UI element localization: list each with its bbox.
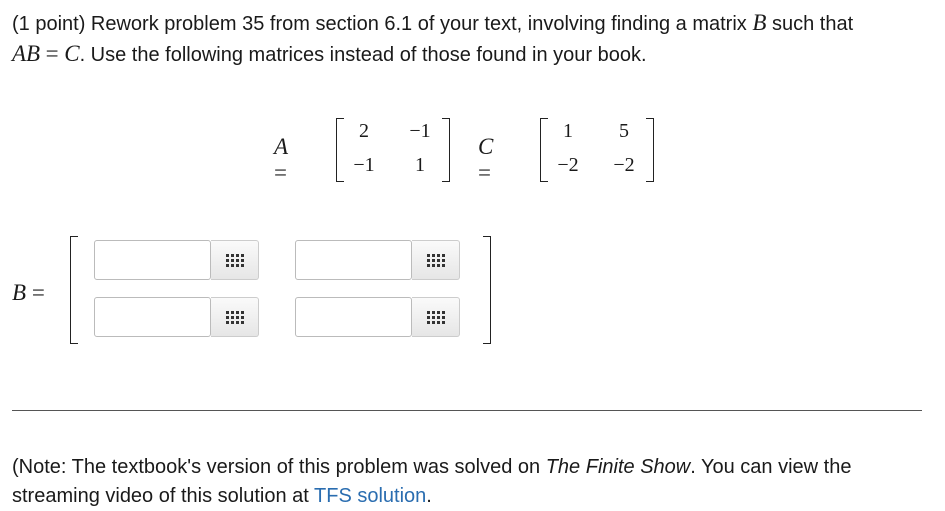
matrix-c-cell: 1 [563, 120, 573, 142]
matrix-a-cell: −1 [353, 154, 375, 176]
matrix-b-left-bracket [70, 236, 78, 344]
var-b: B [752, 10, 767, 35]
answer-b-row2-col1[interactable] [94, 297, 211, 337]
matrix-c-cell: −2 [557, 154, 579, 176]
matrix-c-cell: 5 [619, 120, 629, 142]
such-that-text: such that [771, 13, 854, 35]
problem-statement: (1 point) Rework problem 35 from section… [12, 8, 927, 70]
matrix-a-label: A = [274, 134, 289, 185]
grid-icon [225, 310, 244, 324]
note-suffix: . [426, 485, 432, 507]
problem-suffix: . Use the following matrices instead of … [79, 44, 647, 66]
show-name: The Finite Show [545, 456, 691, 478]
section-divider [12, 410, 922, 411]
matrix-a-right-bracket [442, 118, 450, 182]
equation-palette-button[interactable] [412, 240, 460, 280]
matrix-b-right-bracket [483, 236, 491, 344]
equals-sign: = [45, 41, 59, 66]
note-text: (Note: The textbook's version of this pr… [12, 453, 927, 511]
matrix-a-cell: 1 [415, 154, 425, 176]
matrix-a-left-bracket [336, 118, 344, 182]
matrix-a-cell: −1 [409, 120, 431, 142]
note-prefix: (Note: The textbook's version of this pr… [12, 456, 541, 478]
grid-icon [426, 253, 445, 267]
equation-palette-button[interactable] [211, 240, 259, 280]
var-ab: AB [12, 41, 41, 66]
equation-palette-button[interactable] [211, 297, 259, 337]
problem-prefix: (1 point) Rework problem 35 from section… [12, 13, 747, 35]
matrix-c-label: C = [478, 134, 494, 185]
answer-b-row2-col2[interactable] [295, 297, 412, 337]
answer-b-row1-col2[interactable] [295, 240, 412, 280]
matrix-c-left-bracket [540, 118, 548, 182]
var-c: C [64, 41, 80, 66]
matrix-a-cell: 2 [359, 120, 369, 142]
matrix-b-label: B = [12, 280, 45, 305]
answer-b-row1-col1[interactable] [94, 240, 211, 280]
equation-palette-button[interactable] [412, 297, 460, 337]
tfs-solution-link[interactable]: TFS solution [314, 485, 426, 507]
matrix-c-right-bracket [646, 118, 654, 182]
grid-icon [225, 253, 244, 267]
matrix-c-cell: −2 [613, 154, 635, 176]
grid-icon [426, 310, 445, 324]
